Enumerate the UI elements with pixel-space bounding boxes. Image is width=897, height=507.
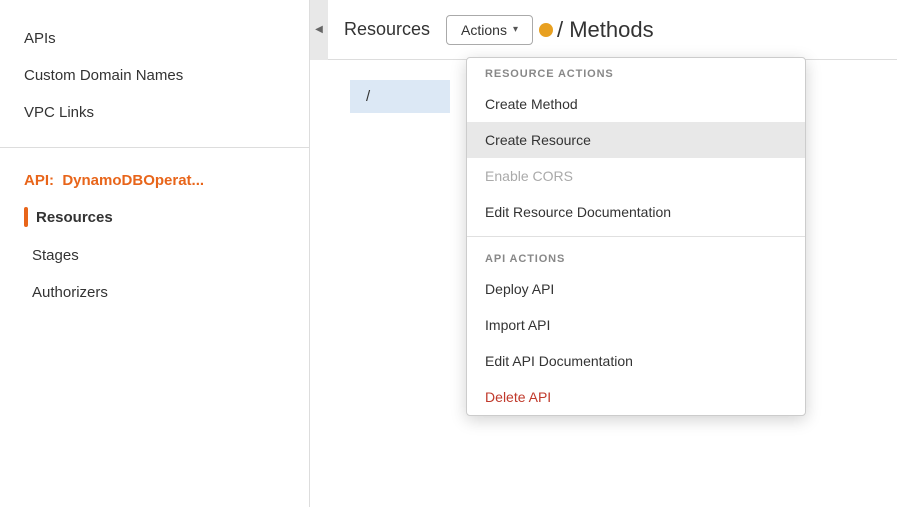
- sidebar-divider-1: [0, 147, 309, 148]
- api-actions-section-label: API ACTIONS: [467, 243, 805, 271]
- dropdown-arrow-icon: ▾: [513, 24, 518, 35]
- collapse-icon: ◀: [315, 24, 323, 35]
- dropdown-item-enable-cors: Enable CORS: [467, 158, 805, 194]
- main-content: ◀ Resources Actions ▾ RESOURCE ACTIONS C…: [310, 0, 897, 507]
- sidebar-item-authorizers[interactable]: Authorizers: [0, 274, 309, 311]
- header-bar: ◀ Resources Actions ▾ RESOURCE ACTIONS C…: [310, 0, 897, 60]
- dropdown-item-deploy-api[interactable]: Deploy API: [467, 271, 805, 307]
- resource-path-row[interactable]: /: [350, 80, 450, 113]
- dropdown-item-edit-resource-doc[interactable]: Edit Resource Documentation: [467, 194, 805, 230]
- sidebar-item-apis[interactable]: APIs: [0, 20, 309, 57]
- api-label-prefix: API:: [24, 172, 54, 189]
- sidebar: APIs Custom Domain Names VPC Links API: …: [0, 0, 310, 507]
- sidebar-item-resources[interactable]: Resources: [0, 197, 309, 237]
- api-name: DynamoDBOperat...: [62, 172, 204, 189]
- api-label: API: DynamoDBOperat...: [0, 164, 309, 197]
- sidebar-item-vpc-links[interactable]: VPC Links: [0, 94, 309, 131]
- dropdown-item-edit-api-doc[interactable]: Edit API Documentation: [467, 343, 805, 379]
- resource-actions-section-label: RESOURCE ACTIONS: [467, 58, 805, 86]
- sidebar-item-custom-domain-names[interactable]: Custom Domain Names: [0, 57, 309, 94]
- actions-label: Actions: [461, 22, 507, 38]
- dropdown-item-import-api[interactable]: Import API: [467, 307, 805, 343]
- resources-header-label: Resources: [328, 19, 446, 40]
- sidebar-item-stages[interactable]: Stages: [0, 237, 309, 274]
- sidebar-resources-label: Resources: [36, 209, 113, 226]
- dropdown-item-create-method[interactable]: Create Method: [467, 86, 805, 122]
- actions-dropdown-button[interactable]: Actions ▾: [446, 15, 533, 45]
- dropdown-divider: [467, 236, 805, 237]
- dropdown-item-delete-api[interactable]: Delete API: [467, 379, 805, 415]
- collapse-sidebar-button[interactable]: ◀: [310, 0, 328, 60]
- orange-dot-indicator: [539, 23, 553, 37]
- methods-title: / Methods: [553, 17, 654, 43]
- resources-active-bar: [24, 207, 28, 227]
- actions-area: Actions ▾ RESOURCE ACTIONS Create Method…: [446, 15, 533, 45]
- actions-dropdown-menu: RESOURCE ACTIONS Create Method Create Re…: [466, 57, 806, 416]
- dropdown-item-create-resource[interactable]: Create Resource: [467, 122, 805, 158]
